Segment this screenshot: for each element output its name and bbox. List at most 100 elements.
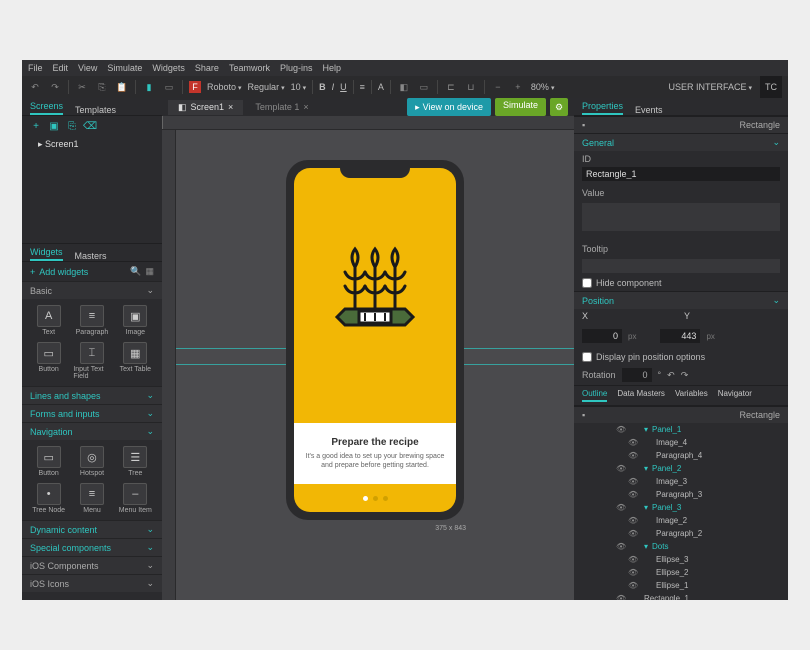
visibility-icon[interactable]: 👁 [628,477,638,486]
device-tablet-icon[interactable]: ▭ [162,80,176,94]
ruler-horizontal[interactable] [162,116,574,130]
category-dynamic[interactable]: Dynamic content⌄ [22,520,162,538]
outline-item[interactable]: 👁▾ Panel_1 [574,423,788,436]
outline-item[interactable]: 👁▾ Panel_3 [574,501,788,514]
font-swatch-icon[interactable]: F [189,81,201,93]
grid-view-icon[interactable]: ▦ [145,266,154,277]
align-left-icon[interactable]: ⊏ [444,80,458,94]
outline-item[interactable]: 👁Paragraph_3 [574,488,788,501]
cut-icon[interactable]: ✂ [75,80,89,94]
zoom-select[interactable]: 80% [531,82,555,92]
outline-item[interactable]: 👁▾ Panel_2 [574,462,788,475]
view-on-device-button[interactable]: ▸ View on device [407,98,491,116]
widget-menu-item[interactable]: –Menu Item [117,483,154,514]
widget-input-text-field[interactable]: ⌶Input Text Field [73,342,110,380]
widget-image[interactable]: ▣Image [117,305,154,336]
simulate-settings-icon[interactable]: ⚙ [550,98,568,116]
redo-icon[interactable]: ↷ [48,80,62,94]
rotate-ccw-icon[interactable]: ↶ [667,370,675,381]
widget-tree-node[interactable]: •Tree Node [30,483,67,514]
y-input[interactable]: 443 [660,329,700,343]
x-input[interactable]: 0 [582,329,622,343]
ruler-vertical[interactable] [162,130,176,600]
outline-root[interactable]: ▪ Rectangle [574,406,788,423]
dot-2[interactable] [373,496,378,501]
category-navigation[interactable]: Navigation⌄ [22,422,162,440]
outline-item[interactable]: 👁Ellipse_3 [574,553,788,566]
underline-icon[interactable]: U [340,82,347,92]
delete-icon[interactable]: ⌫ [84,120,96,132]
visibility-icon[interactable]: 👁 [616,503,626,512]
tab-variables[interactable]: Variables [675,389,708,402]
tooltip-input[interactable] [582,259,780,273]
bold-icon[interactable]: B [319,82,326,92]
align-center-icon[interactable]: ⊔ [464,80,478,94]
section-general[interactable]: General⌄ [574,133,788,151]
widget-button[interactable]: ▭Button [30,446,67,477]
visibility-icon[interactable]: 👁 [628,555,638,564]
paste-icon[interactable]: 📋 [115,80,129,94]
visibility-icon[interactable]: 👁 [628,568,638,577]
zoom-out-icon[interactable]: − [491,80,505,94]
tab-data-masters[interactable]: Data Masters [617,389,665,402]
search-icon[interactable]: 🔍 [130,266,141,277]
copy-icon[interactable]: ⎘ [95,80,109,94]
italic-icon[interactable]: I [332,82,335,92]
visibility-icon[interactable]: 👁 [616,594,626,600]
tab-outline[interactable]: Outline [582,389,607,402]
section-position[interactable]: Position⌄ [574,291,788,309]
outline-item[interactable]: 👁Image_2 [574,514,788,527]
category-forms[interactable]: Forms and inputs⌄ [22,404,162,422]
font-size-select[interactable]: 10 [291,82,307,92]
rotate-cw-icon[interactable]: ↷ [681,370,689,381]
menu-simulate[interactable]: Simulate [107,63,142,73]
add-screen-icon[interactable]: + [30,120,42,132]
screen-item[interactable]: ▸ Screen1 [22,136,162,153]
menu-file[interactable]: File [28,63,43,73]
visibility-icon[interactable]: 👁 [628,490,638,499]
duplicate-icon[interactable]: ⎘ [66,120,78,132]
outline-item[interactable]: 👁Image_4 [574,436,788,449]
visibility-icon[interactable]: 👁 [616,425,626,434]
outline-item[interactable]: 👁Rectangle_1 [574,592,788,600]
tab-navigator[interactable]: Navigator [718,389,752,402]
tab-widgets[interactable]: Widgets [30,247,63,261]
tab-screens[interactable]: Screens [30,101,63,115]
menu-help[interactable]: Help [322,63,341,73]
outline-item[interactable]: 👁Image_3 [574,475,788,488]
category-special[interactable]: Special components⌄ [22,538,162,556]
device-screen[interactable]: Prepare the recipe It's a good idea to s… [294,168,456,512]
tab-events[interactable]: Events [635,105,663,115]
id-input[interactable] [582,167,780,181]
widget-paragraph[interactable]: ≡Paragraph [73,305,110,336]
simulate-button[interactable]: Simulate [495,98,546,116]
fill-icon[interactable]: ◧ [397,80,411,94]
outline-item[interactable]: 👁Paragraph_4 [574,449,788,462]
tab-properties[interactable]: Properties [582,101,623,115]
menu-edit[interactable]: Edit [53,63,69,73]
widget-button[interactable]: ▭Button [30,342,67,380]
stroke-icon[interactable]: ▭ [417,80,431,94]
menu-widgets[interactable]: Widgets [152,63,185,73]
project-name[interactable]: USER INTERFACE [668,82,752,92]
category-ios-components[interactable]: iOS Components⌄ [22,556,162,574]
outline-item[interactable]: 👁▾ Dots [574,540,788,553]
pin-checkbox[interactable] [582,352,592,362]
visibility-icon[interactable]: 👁 [628,529,638,538]
font-family-select[interactable]: Roboto [207,82,242,92]
visibility-icon[interactable]: 👁 [628,451,638,460]
canvas[interactable]: Prepare the recipe It's a good idea to s… [176,130,574,600]
category-ios-icons[interactable]: iOS Icons⌄ [22,574,162,592]
user-badge[interactable]: TC [760,76,782,98]
widget-tree[interactable]: ☰Tree [117,446,154,477]
visibility-icon[interactable]: 👁 [628,438,638,447]
hide-checkbox[interactable] [582,278,592,288]
font-weight-select[interactable]: Regular [248,82,285,92]
rotation-input[interactable]: 0 [622,368,652,382]
widget-text[interactable]: AText [30,305,67,336]
category-basic[interactable]: Basic⌄ [22,281,162,299]
device-phone-icon[interactable]: ▮ [142,80,156,94]
canvas-tab-screen1[interactable]: ◧ Screen1 × [168,100,243,115]
close-tab-icon[interactable]: × [228,102,233,112]
text-align-icon[interactable]: ≡ [360,82,365,92]
